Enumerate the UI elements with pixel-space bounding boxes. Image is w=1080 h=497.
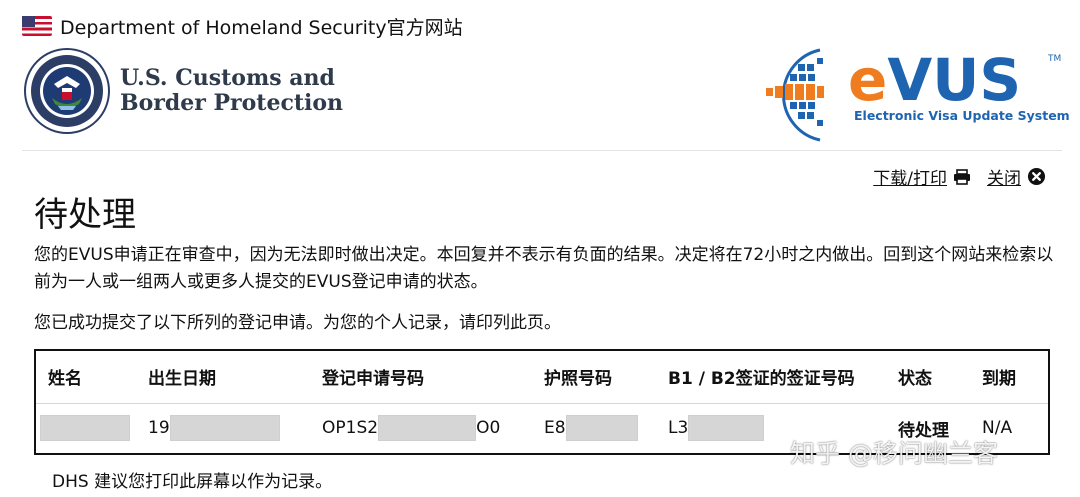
cell-application-number: OP1S2 O0 — [322, 403, 544, 453]
cell-passport-number: E8 — [544, 403, 668, 453]
cell-dob: 19 — [148, 403, 322, 453]
page-actions: 下载/打印 关闭 — [873, 164, 1046, 189]
gov-banner-text: Department of Homeland Security官方网站 — [60, 16, 463, 39]
printer-icon — [954, 168, 970, 185]
dhs-seal-logo — [24, 48, 110, 134]
watermark-text: 知乎 @移问幽兰客 — [790, 439, 998, 468]
visa-prefix: L3 — [668, 418, 689, 439]
submission-message: 您已成功提交了以下所列的登记申请。为您的个人记录，请印列此页。 — [34, 313, 561, 333]
redacted-name — [40, 415, 130, 442]
evus-wordmark-e: e — [848, 46, 888, 114]
dob-prefix: 19 — [148, 418, 170, 439]
col-header-application-number: 登记申请号码 — [322, 351, 544, 404]
evus-wordmark-vus: VUS — [887, 46, 1022, 114]
status-message: 您的EVUS申请正在审查中，因为无法即时做出决定。本回复并不表示有负面的结果。决… — [34, 245, 1054, 292]
redacted-passport-number — [565, 415, 638, 442]
agency-name-line2: Border Protection — [120, 90, 344, 116]
col-header-expiry: 到期 — [982, 351, 1048, 404]
col-header-dob: 出生日期 — [148, 351, 322, 404]
app-number-suffix: O0 — [476, 418, 501, 439]
col-header-name: 姓名 — [36, 351, 148, 404]
evus-subtitle: Electronic Visa Update System — [854, 108, 1070, 123]
redacted-visa-number — [688, 415, 765, 442]
header-divider — [22, 150, 1062, 151]
redacted-dob — [169, 415, 280, 442]
page-title: 待处理 — [34, 195, 136, 235]
col-header-status: 状态 — [898, 351, 982, 404]
table-header-row: 姓名 出生日期 登记申请号码 护照号码 B1 / B2签证的签证号码 状态 到期 — [36, 351, 1048, 404]
site-header: U.S. Customs and Border Protection eVUS … — [0, 44, 1080, 150]
us-flag-icon — [22, 16, 52, 36]
passport-prefix: E8 — [544, 418, 566, 439]
print-label: 下载/打印 — [873, 169, 947, 189]
close-circle-icon — [1027, 167, 1046, 186]
close-label: 关闭 — [987, 169, 1021, 189]
footer-note: DHS 建议您打印此屏幕以作为记录。 — [52, 472, 333, 492]
evus-wordmark: eVUS — [848, 48, 1021, 112]
agency-name: U.S. Customs and Border Protection — [120, 66, 343, 116]
print-button[interactable]: 下载/打印 — [873, 164, 971, 189]
cell-name — [36, 403, 148, 453]
col-header-passport-number: 护照号码 — [544, 351, 668, 404]
gov-banner: Department of Homeland Security官方网站 — [22, 12, 463, 40]
redacted-application-number — [378, 415, 477, 442]
app-number-prefix: OP1S2 — [322, 418, 379, 439]
agency-name-line1: U.S. Customs and — [120, 65, 335, 91]
col-header-visa-number: B1 / B2签证的签证号码 — [668, 351, 898, 404]
close-button[interactable]: 关闭 — [987, 164, 1046, 189]
evus-trademark: TM — [1048, 54, 1062, 64]
